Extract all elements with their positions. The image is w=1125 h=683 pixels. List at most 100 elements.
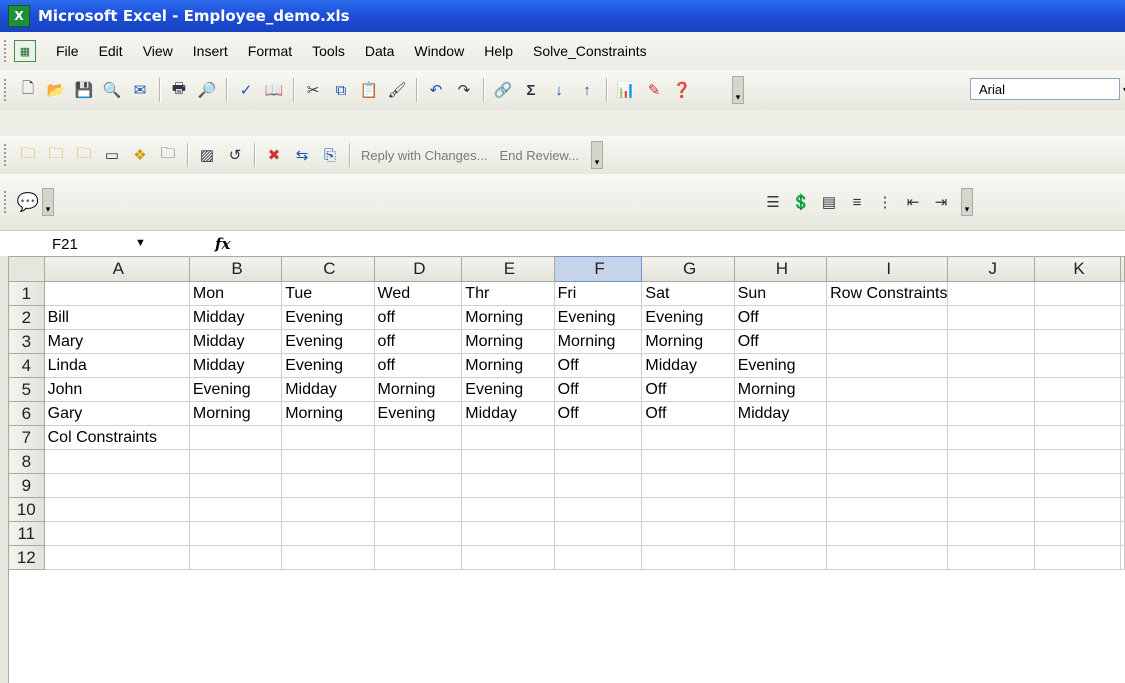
cell-e1[interactable]: Thr xyxy=(461,281,555,306)
cell-i2[interactable] xyxy=(826,305,949,330)
cell-i6[interactable] xyxy=(826,401,949,426)
cell-overflow[interactable] xyxy=(1120,353,1125,378)
cell-j5[interactable] xyxy=(947,377,1036,402)
cell-k1[interactable] xyxy=(1034,281,1121,306)
toolbar-grip[interactable] xyxy=(4,191,10,213)
bullet-list-icon[interactable]: ⋮ xyxy=(873,190,897,214)
cell-e10[interactable] xyxy=(461,497,555,522)
merge-center-icon[interactable]: ▤ xyxy=(817,190,841,214)
cell-f10[interactable] xyxy=(553,497,643,522)
cell-i3[interactable] xyxy=(826,329,949,354)
cell-j1[interactable] xyxy=(947,281,1036,306)
cell-h10[interactable] xyxy=(733,497,828,522)
cell-h5[interactable]: Morning xyxy=(733,377,828,402)
hyperlink-icon[interactable]: 🔗 xyxy=(491,78,515,102)
column-header-k[interactable]: K xyxy=(1034,256,1121,282)
toolbar-options-icon[interactable]: ▾ xyxy=(590,141,603,169)
cell-h7[interactable] xyxy=(733,425,828,450)
toolbar-options-icon[interactable]: ▾ xyxy=(961,188,973,216)
speech-bubble-icon[interactable]: 💬 xyxy=(16,190,40,214)
cell-b2[interactable]: Midday xyxy=(188,305,283,330)
column-header-g[interactable]: G xyxy=(641,256,735,282)
cell-h11[interactable] xyxy=(733,521,828,546)
spelling-icon[interactable]: ✓ xyxy=(234,78,258,102)
column-header-e[interactable]: E xyxy=(461,256,555,282)
row-header[interactable]: 9 xyxy=(8,473,45,498)
menu-insert[interactable]: Insert xyxy=(183,43,238,59)
cell-i8[interactable] xyxy=(826,449,949,474)
cell-d8[interactable] xyxy=(373,449,463,474)
name-box[interactable]: F21 ▼ xyxy=(0,233,160,255)
cell-c7[interactable] xyxy=(281,425,375,450)
cell-e9[interactable] xyxy=(461,473,555,498)
sort-descending-icon[interactable]: ↑ xyxy=(575,78,599,102)
cell-overflow[interactable] xyxy=(1120,497,1125,522)
row-header[interactable]: 7 xyxy=(8,425,45,450)
cell-b5[interactable]: Evening xyxy=(188,377,283,402)
row-header[interactable]: 11 xyxy=(8,521,45,546)
cell-f4[interactable]: Off xyxy=(553,353,643,378)
copy-icon[interactable]: ⧉ xyxy=(329,78,353,102)
cell-d7[interactable] xyxy=(373,425,463,450)
cell-g1[interactable]: Sat xyxy=(641,281,735,306)
numbered-list-icon[interactable]: ≡ xyxy=(845,190,869,214)
cell-c11[interactable] xyxy=(281,521,375,546)
merge-icon[interactable]: ⇆ xyxy=(290,143,314,167)
cell-h2[interactable]: Off xyxy=(733,305,828,330)
paste-icon[interactable]: 📋 xyxy=(357,78,381,102)
cell-h12[interactable] xyxy=(733,545,828,570)
column-header-d[interactable]: D xyxy=(373,256,463,282)
cell-f11[interactable] xyxy=(553,521,643,546)
cell-k4[interactable] xyxy=(1034,353,1121,378)
toolbar-grip[interactable] xyxy=(4,79,10,101)
document-icon[interactable]: ▦ xyxy=(14,40,36,62)
column-header-i[interactable]: I xyxy=(826,256,949,282)
cell-d1[interactable]: Wed xyxy=(373,281,463,306)
column-header-f[interactable]: F xyxy=(553,256,643,282)
row-header[interactable]: 5 xyxy=(8,377,45,402)
cell-j8[interactable] xyxy=(947,449,1036,474)
print-preview-icon[interactable]: 🔎 xyxy=(195,78,219,102)
cell-overflow[interactable] xyxy=(1120,473,1125,498)
cell-c8[interactable] xyxy=(281,449,375,474)
toolbar-options-icon[interactable]: ▾ xyxy=(42,188,54,216)
end-review-button[interactable]: End Review... xyxy=(493,148,585,163)
cell-a5[interactable]: John xyxy=(43,377,190,402)
cell-i7[interactable] xyxy=(826,425,949,450)
previous-comment-icon[interactable]: 🗀 xyxy=(44,143,68,167)
increase-indent-icon[interactable]: ⇥ xyxy=(929,190,953,214)
cell-f12[interactable] xyxy=(553,545,643,570)
cell-j12[interactable] xyxy=(947,545,1036,570)
cell-overflow[interactable] xyxy=(1120,449,1125,474)
cell-c9[interactable] xyxy=(281,473,375,498)
cell-h1[interactable]: Sun xyxy=(733,281,828,306)
menu-edit[interactable]: Edit xyxy=(89,43,133,59)
permission-icon[interactable]: 🔍 xyxy=(100,78,124,102)
help-icon[interactable]: ❓ xyxy=(670,78,694,102)
cell-f5[interactable]: Off xyxy=(553,377,643,402)
column-header-h[interactable]: H xyxy=(733,256,828,282)
menu-view[interactable]: View xyxy=(133,43,183,59)
cell-e6[interactable]: Midday xyxy=(461,401,555,426)
cell-overflow[interactable] xyxy=(1120,305,1125,330)
cell-b11[interactable] xyxy=(188,521,283,546)
cell-b10[interactable] xyxy=(188,497,283,522)
cell-i10[interactable] xyxy=(826,497,949,522)
cell-k3[interactable] xyxy=(1034,329,1121,354)
insert-function-icon[interactable]: fx xyxy=(215,235,230,253)
new-document-icon[interactable]: 🗋 xyxy=(16,78,40,102)
undo-icon[interactable]: ↶ xyxy=(424,78,448,102)
track-changes-icon[interactable]: ▨ xyxy=(195,143,219,167)
menu-help[interactable]: Help xyxy=(474,43,523,59)
cell-f8[interactable] xyxy=(553,449,643,474)
row-header[interactable]: 12 xyxy=(8,545,45,570)
send-icon[interactable]: ⎘ xyxy=(318,143,342,167)
cell-e12[interactable] xyxy=(461,545,555,570)
chevron-down-icon[interactable]: ▼ xyxy=(135,237,146,249)
chart-wizard-icon[interactable]: 📊 xyxy=(614,78,638,102)
cell-b8[interactable] xyxy=(188,449,283,474)
next-comment-icon[interactable]: 🗀 xyxy=(72,143,96,167)
delete-comment-icon[interactable]: 🗀 xyxy=(156,143,180,167)
cell-e7[interactable] xyxy=(461,425,555,450)
cell-g12[interactable] xyxy=(641,545,735,570)
